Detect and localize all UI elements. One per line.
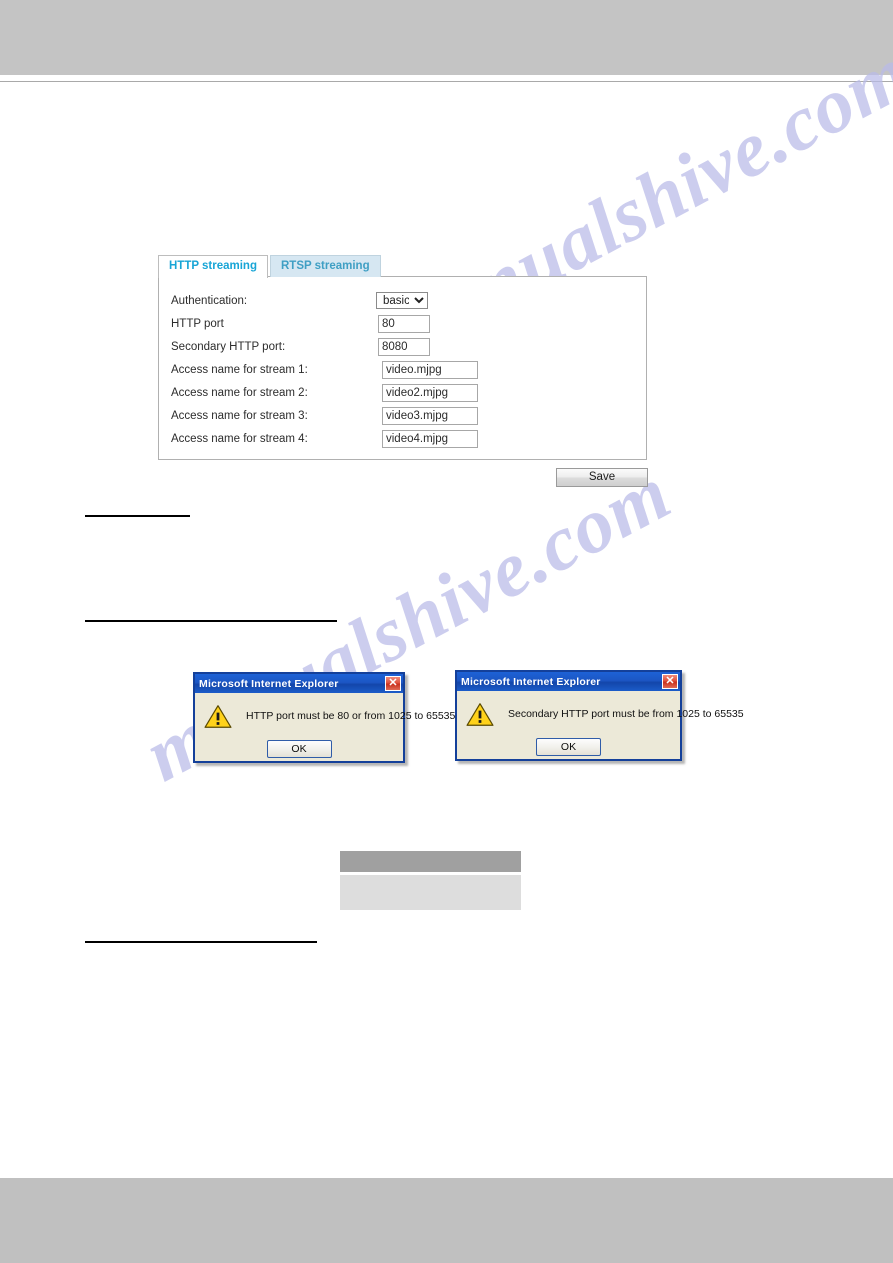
section-rule <box>85 515 190 517</box>
stream-4-input[interactable] <box>382 429 478 448</box>
stream-1-control <box>382 360 478 379</box>
section-rule <box>85 620 337 622</box>
form-row-stream-1: Access name for stream 1: <box>171 358 478 381</box>
stream-3-input[interactable] <box>382 406 478 425</box>
dialog-secondary-http-port-error: Microsoft Internet Explorer ✕ Secondary … <box>455 670 744 761</box>
http-port-input[interactable] <box>378 314 430 333</box>
tab-http-streaming[interactable]: HTTP streaming <box>158 255 268 278</box>
settings-form: Authentication: basic HTTP port Secondar… <box>171 289 478 450</box>
dialog-ok-button[interactable]: OK <box>266 740 332 758</box>
tab-rtsp-streaming[interactable]: RTSP streaming <box>269 255 381 277</box>
secondary-http-port-input[interactable] <box>378 337 430 356</box>
dialog-message-row: HTTP port must be 80 or from 1025 to 655… <box>195 693 455 729</box>
stream-3-control <box>382 406 478 425</box>
page-header-rule <box>0 81 893 82</box>
form-row-authentication: Authentication: basic <box>171 289 478 312</box>
dialog-titlebar: Microsoft Internet Explorer ✕ <box>457 672 680 691</box>
dialog-button-row: OK <box>195 740 403 758</box>
dialog-title: Microsoft Internet Explorer <box>199 677 339 690</box>
dialog-titlebar: Microsoft Internet Explorer ✕ <box>195 674 403 693</box>
page-root: manualshive.com manualshive.com HTTP str… <box>0 0 893 1263</box>
close-icon[interactable]: ✕ <box>662 674 678 689</box>
http-port-control <box>378 314 430 333</box>
dialog-ok-button[interactable]: OK <box>536 738 601 756</box>
save-button[interactable]: Save <box>556 468 648 487</box>
table-row-bar <box>340 875 521 910</box>
stream-4-label: Access name for stream 4: <box>171 432 308 445</box>
warning-triangle-icon <box>466 703 494 726</box>
dialog-button-row: OK <box>457 738 680 756</box>
tab-rtsp-streaming-label: RTSP streaming <box>280 260 370 272</box>
dialog-message: Secondary HTTP port must be from 1025 to… <box>508 708 744 720</box>
section-rule <box>85 941 317 943</box>
form-row-http-port: HTTP port <box>171 312 478 335</box>
form-row-stream-3: Access name for stream 3: <box>171 404 478 427</box>
warning-triangle-icon <box>204 705 232 728</box>
form-row-secondary-http-port: Secondary HTTP port: <box>171 335 478 358</box>
stream-4-control <box>382 429 478 448</box>
page-header-band <box>0 0 893 75</box>
stream-2-input[interactable] <box>382 383 478 402</box>
form-row-stream-4: Access name for stream 4: <box>171 427 478 450</box>
settings-tabs: HTTP streaming RTSP streaming <box>158 255 381 278</box>
secondary-http-port-control <box>378 337 430 356</box>
stream-1-label: Access name for stream 1: <box>171 363 308 376</box>
dialog-http-port-error: Microsoft Internet Explorer ✕ HTTP port … <box>193 672 455 763</box>
authentication-control: basic <box>376 292 428 309</box>
dialog-message-row: Secondary HTTP port must be from 1025 to… <box>457 691 744 727</box>
dialog-body: Secondary HTTP port must be from 1025 to… <box>457 691 744 759</box>
stream-2-control <box>382 383 478 402</box>
table-header-bar <box>340 851 521 872</box>
watermark-overlay: manualshive.com manualshive.com <box>0 0 893 1263</box>
stream-2-label: Access name for stream 2: <box>171 386 308 399</box>
dialog-title: Microsoft Internet Explorer <box>461 675 601 688</box>
close-icon[interactable]: ✕ <box>385 676 401 691</box>
authentication-select[interactable]: basic <box>376 292 428 309</box>
http-port-label: HTTP port <box>171 317 224 330</box>
http-streaming-panel: Authentication: basic HTTP port Secondar… <box>158 276 647 460</box>
dialog-message: HTTP port must be 80 or from 1025 to 655… <box>246 710 456 722</box>
stream-1-input[interactable] <box>382 360 478 379</box>
secondary-http-port-label: Secondary HTTP port: <box>171 340 286 353</box>
authentication-label: Authentication: <box>171 294 248 307</box>
dialog-body: HTTP port must be 80 or from 1025 to 655… <box>195 693 455 761</box>
stream-3-label: Access name for stream 3: <box>171 409 308 422</box>
form-row-stream-2: Access name for stream 2: <box>171 381 478 404</box>
tab-http-streaming-label: HTTP streaming <box>169 260 257 272</box>
page-footer-band <box>0 1178 893 1263</box>
